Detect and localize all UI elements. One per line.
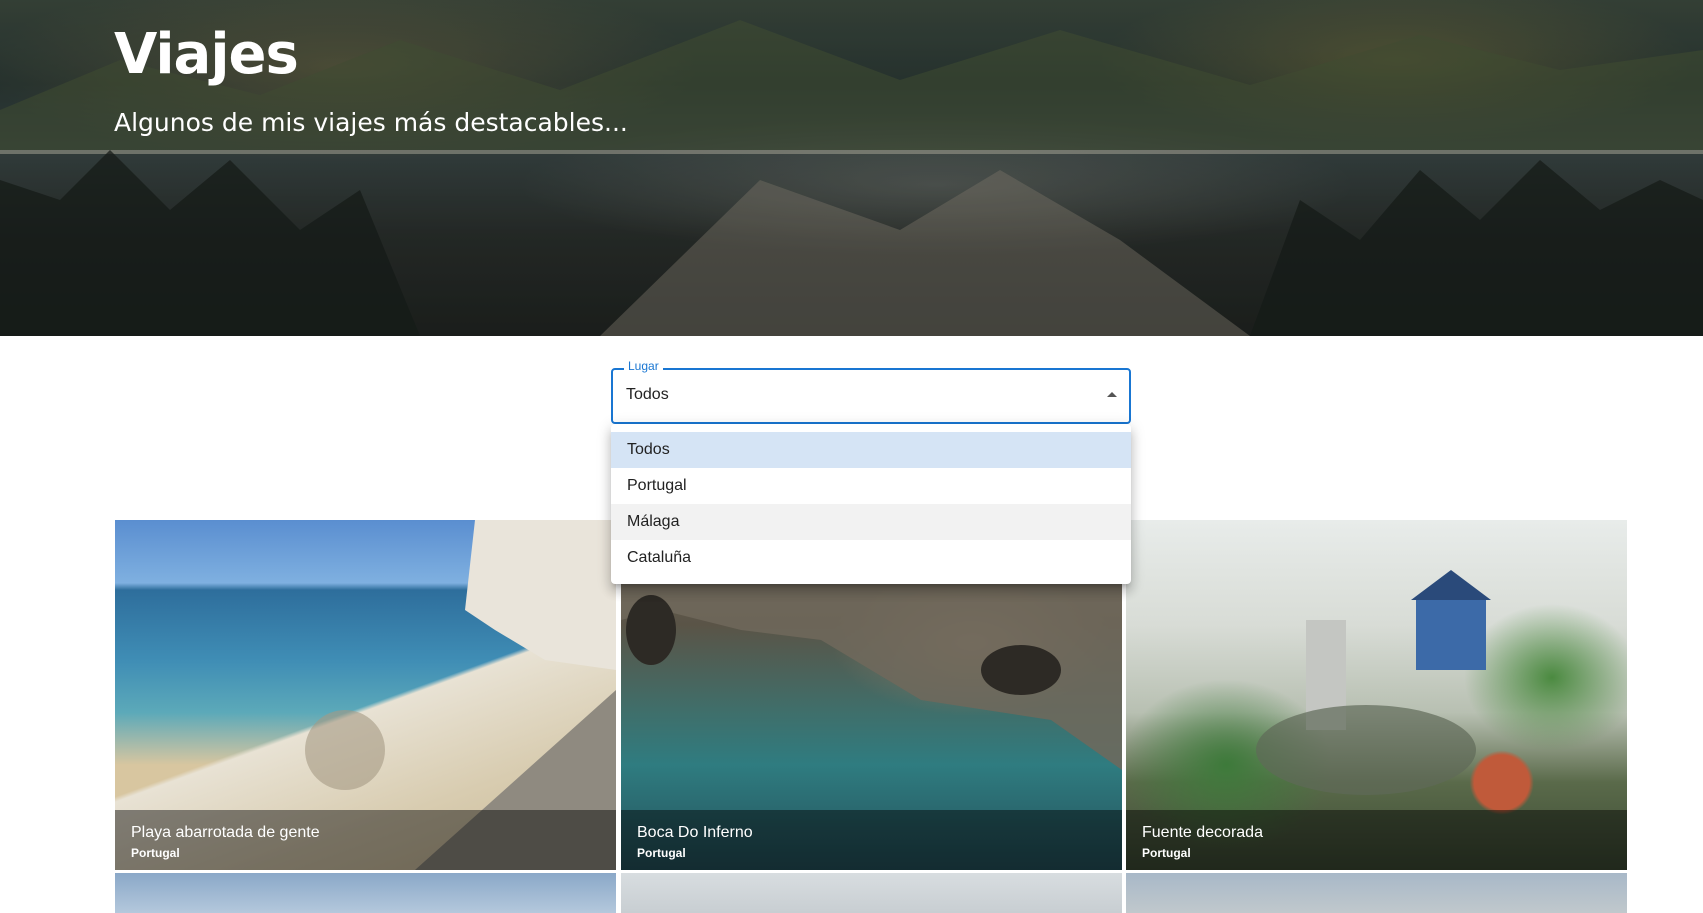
card-caption: Fuente decorada Portugal (1126, 810, 1627, 870)
gallery-card[interactable]: Fuente decorada Portugal (1126, 520, 1627, 870)
place-select-value: Todos (626, 386, 669, 403)
place-select[interactable]: Lugar Todos (611, 359, 1131, 424)
gallery-card-partial[interactable] (1126, 873, 1627, 913)
place-select-label: Lugar (624, 359, 663, 373)
option-todos[interactable]: Todos (611, 432, 1131, 468)
card-subtitle: Portugal (637, 846, 686, 860)
card-caption: Boca Do Inferno Portugal (621, 810, 1122, 870)
option-portugal[interactable]: Portugal (611, 468, 1131, 504)
card-title: Boca Do Inferno (637, 824, 753, 841)
option-cataluna[interactable]: Cataluña (611, 540, 1131, 576)
card-subtitle: Portugal (1142, 846, 1191, 860)
card-title: Playa abarrotada de gente (131, 824, 320, 841)
card-caption: Playa abarrotada de gente Portugal (115, 810, 616, 870)
gallery-card-partial[interactable] (115, 873, 616, 913)
page-title: Viajes (114, 22, 299, 87)
caret-up-icon[interactable] (1107, 392, 1117, 397)
card-subtitle: Portugal (131, 846, 180, 860)
gallery-card[interactable]: Playa abarrotada de gente Portugal (115, 520, 616, 870)
card-title: Fuente decorada (1142, 824, 1263, 841)
option-malaga[interactable]: Málaga (611, 504, 1131, 540)
place-options-menu: Todos Portugal Málaga Cataluña (611, 424, 1131, 584)
hero-banner: Viajes Algunos de mis viajes más destaca… (0, 0, 1703, 336)
gallery-card-partial[interactable] (621, 873, 1122, 913)
page-subtitle: Algunos de mis viajes más destacables... (114, 108, 628, 137)
